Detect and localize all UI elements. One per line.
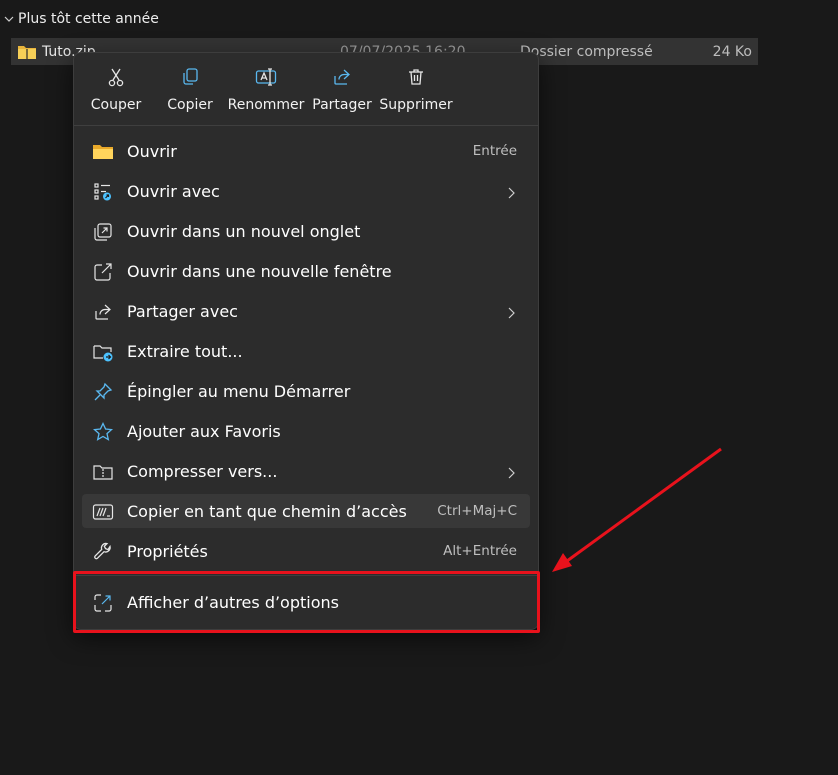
annotation-arrow bbox=[552, 447, 722, 572]
